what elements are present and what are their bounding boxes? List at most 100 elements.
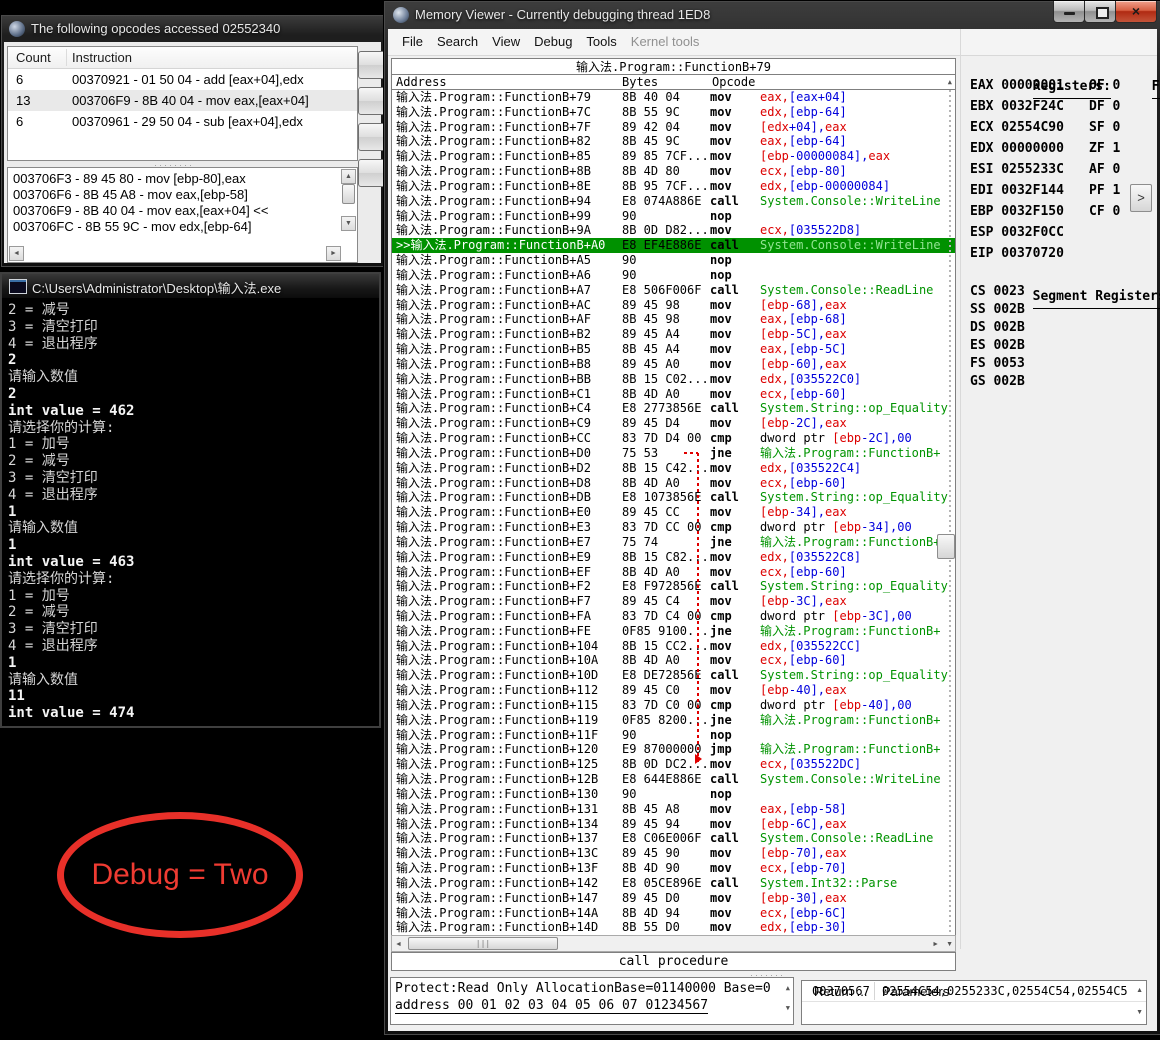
scroll-left-button[interactable]: ◄	[9, 246, 24, 261]
disasm-row[interactable]: 输入法.Program::FunctionB+A5 90 nop	[392, 253, 955, 268]
flag-of[interactable]: OF 0	[1089, 75, 1120, 96]
scrollbar-thumb[interactable]: |||	[408, 937, 558, 950]
opcode-row[interactable]: 6 00370961 - 29 50 04 - sub [eax+04],edx	[8, 111, 357, 132]
register-esp[interactable]: ESP 0032F0CC	[970, 222, 1064, 243]
disasm-row[interactable]: 输入法.Program::FunctionB+C9 89 45 D4 mov [ebp…	[392, 416, 955, 431]
disasm-row[interactable]: 输入法.Program::FunctionB+A6 90 nop	[392, 268, 955, 283]
scrollbar-thumb[interactable]	[937, 534, 955, 559]
disasm-row[interactable]: 输入法.Program::FunctionB+F7 89 45 C4 mov [ebp…	[392, 594, 955, 609]
scroll-down-button[interactable]: ▼	[946, 940, 953, 949]
scroll-down-button[interactable]: ▼	[341, 216, 356, 231]
disasm-row[interactable]: 输入法.Program::FunctionB+10A 8B 4D A0 mov ecx…	[392, 653, 955, 668]
flag-zf[interactable]: ZF 1	[1089, 138, 1120, 159]
scroll-up-button[interactable]: ▲	[948, 78, 952, 87]
disasm-row[interactable]: 输入法.Program::FunctionB+137 E8 C06E006F cal…	[392, 831, 955, 846]
column-count[interactable]: Count	[16, 50, 51, 65]
opcode-row[interactable]: 6 00370921 - 01 50 04 - add [eax+04],edx	[8, 69, 357, 90]
register-edx[interactable]: EDX 00000000	[970, 138, 1064, 159]
disasm-row[interactable]: 输入法.Program::FunctionB+13C 89 45 90 mov [eb…	[392, 846, 955, 861]
disasm-row[interactable]: 输入法.Program::FunctionB+C1 8B 4D A0 mov ecx,…	[392, 387, 955, 402]
scroll-up-button[interactable]: ▲	[786, 984, 790, 993]
console-title-bar[interactable]: C:\Users\Administrator\Desktop\输入法.exe	[2, 274, 379, 298]
disasm-row[interactable]: 输入法.Program::FunctionB+AC 89 45 98 mov [ebp…	[392, 298, 955, 313]
disasm-row[interactable]: 输入法.Program::FunctionB+E0 89 45 CC mov [ebp…	[392, 505, 955, 520]
flag-cf[interactable]: CF 0	[1089, 201, 1120, 222]
disasm-row[interactable]: 输入法.Program::FunctionB+79 8B 40 04 mov eax,…	[392, 90, 955, 105]
disasm-row[interactable]: 输入法.Program::FunctionB+130 90 nop	[392, 787, 955, 802]
opcode-detail-line[interactable]: 003706F3 - 89 45 80 - mov [ebp-80],eax	[13, 171, 357, 187]
disasm-row[interactable]: 输入法.Program::FunctionB+B5 8B 45 A4 mov eax,…	[392, 342, 955, 357]
opcode-detail-line[interactable]: 003706F6 - 8B 45 A8 - mov eax,[ebp-58]	[13, 187, 357, 203]
memory-info-panel[interactable]: Protect:Read Only AllocationBase=0114000…	[390, 977, 794, 1025]
disasm-row[interactable]: 输入法.Program::FunctionB+AF 8B 45 98 mov eax,…	[392, 312, 955, 327]
callstack-row[interactable]: 00370567 02554C54,0255233C,02554C54,02554…	[802, 981, 1146, 1001]
horizontal-scrollbar[interactable]: ◄ ||| ► ▼	[391, 935, 956, 952]
segment-ss[interactable]: SS 002B	[970, 301, 1025, 319]
disasm-row[interactable]: 输入法.Program::FunctionB+E9 8B 15 C82... mov…	[392, 550, 955, 565]
scroll-right-button[interactable]: ►	[326, 246, 341, 261]
column-opcode[interactable]: Opcode	[712, 75, 755, 90]
disasm-row[interactable]: 输入法.Program::FunctionB+C4 E8 2773856E call…	[392, 401, 955, 416]
disasm-row[interactable]: 输入法.Program::FunctionB+A7 E8 506F006F call…	[392, 283, 955, 298]
segment-gs[interactable]: GS 002B	[970, 373, 1025, 391]
disasm-row[interactable]: 输入法.Program::FunctionB+131 8B 45 A8 mov eax…	[392, 802, 955, 817]
disasm-row[interactable]: 输入法.Program::FunctionB+10D E8 DE72856E cal…	[392, 668, 955, 683]
disasm-row[interactable]: 输入法.Program::FunctionB+B2 89 45 A4 mov [ebp…	[392, 327, 955, 342]
menu-item-tools[interactable]: Tools	[586, 29, 616, 55]
scroll-right-button[interactable]: ►	[932, 940, 939, 949]
side-button-2[interactable]	[358, 87, 386, 115]
flag-pf[interactable]: PF 1	[1089, 180, 1120, 201]
register-edi[interactable]: EDI 0032F144	[970, 180, 1064, 201]
segment-cs[interactable]: CS 0023	[970, 283, 1025, 301]
column-address[interactable]: Address	[396, 75, 447, 90]
minimize-button[interactable]	[1053, 1, 1085, 23]
disasm-row[interactable]: 输入法.Program::FunctionB+8B 8B 4D 80 mov ecx,…	[392, 164, 955, 179]
side-button-3[interactable]	[358, 123, 386, 151]
scrollbar-thumb[interactable]	[342, 184, 355, 204]
disasm-row[interactable]: 输入法.Program::FunctionB+FE 0F85 9100... jne…	[392, 624, 955, 639]
disasm-row[interactable]: 输入法.Program::FunctionB+147 89 45 D0 mov [eb…	[392, 891, 955, 906]
disasm-row[interactable]: 输入法.Program::FunctionB+BB 8B 15 C02... mov…	[392, 372, 955, 387]
column-instruction[interactable]: Instruction	[72, 50, 132, 65]
scroll-down-button[interactable]: ▼	[1136, 1008, 1143, 1017]
opcode-detail-line[interactable]: 003706FC - 8B 55 9C - mov edx,[ebp-64]	[13, 219, 357, 235]
disasm-row[interactable]: 输入法.Program::FunctionB+13F 8B 4D 90 mov ecx…	[392, 861, 955, 876]
disasm-row[interactable]: 输入法.Program::FunctionB+E3 83 7D CC 00 cmp d…	[392, 520, 955, 535]
maximize-button[interactable]	[1084, 1, 1116, 23]
side-button-1[interactable]	[358, 51, 386, 79]
disasm-row[interactable]: 输入法.Program::FunctionB+F2 E8 F972856E call…	[392, 579, 955, 594]
close-button[interactable]: ×	[1115, 1, 1157, 23]
disasm-row[interactable]: 输入法.Program::FunctionB+E7 75 74 jne 输入法.Pro…	[392, 535, 955, 550]
disasm-row[interactable]: >>输入法.Program::FunctionB+A0 E8 EF4E886E ca…	[392, 238, 955, 254]
disasm-row[interactable]: 输入法.Program::FunctionB+94 E8 074A886E call…	[392, 194, 955, 209]
flag-af[interactable]: AF 0	[1089, 159, 1120, 180]
flag-df[interactable]: DF 0	[1089, 96, 1120, 117]
opcode-row[interactable]: 13 003706F9 - 8B 40 04 - mov eax,[eax+04]	[8, 90, 357, 111]
scroll-left-button[interactable]: ◄	[395, 940, 402, 949]
register-ecx[interactable]: ECX 02554C90	[970, 117, 1064, 138]
menu-item-debug[interactable]: Debug	[534, 29, 572, 55]
disasm-row[interactable]: 输入法.Program::FunctionB+D2 8B 15 C42... mov…	[392, 461, 955, 476]
disasm-row[interactable]: 输入法.Program::FunctionB+8E 8B 95 7CF... mov…	[392, 179, 955, 194]
disasm-row[interactable]: 输入法.Program::FunctionB+DB E8 1073856E call…	[392, 490, 955, 505]
menu-item-view[interactable]: View	[492, 29, 520, 55]
disasm-row[interactable]: 输入法.Program::FunctionB+12B E8 644E886E cal…	[392, 772, 955, 787]
disasm-row[interactable]: 输入法.Program::FunctionB+99 90 nop	[392, 209, 955, 224]
register-eip[interactable]: EIP 00370720	[970, 243, 1064, 264]
scroll-up-button[interactable]: ▲	[1136, 986, 1143, 995]
segment-es[interactable]: ES 002B	[970, 337, 1025, 355]
callstack-panel[interactable]: Return ... Parameters 00370567 02554C54,0…	[801, 980, 1147, 1025]
scrollbar-track[interactable]	[949, 90, 951, 936]
register-ebp[interactable]: EBP 0032F150	[970, 201, 1064, 222]
scroll-up-button[interactable]: ▲	[341, 169, 356, 184]
register-esi[interactable]: ESI 0255233C	[970, 159, 1064, 180]
disasm-row[interactable]: 输入法.Program::FunctionB+112 89 45 C0 mov [eb…	[392, 683, 955, 698]
disasm-row[interactable]: 输入法.Program::FunctionB+142 E8 05CE896E cal…	[392, 876, 955, 891]
disasm-row[interactable]: 输入法.Program::FunctionB+D0 75 53 jne 输入法.Pro…	[392, 446, 955, 461]
disasm-row[interactable]: 输入法.Program::FunctionB+115 83 7D C0 00 cmp…	[392, 698, 955, 713]
disasm-row[interactable]: 输入法.Program::FunctionB+82 8B 45 9C mov eax,…	[392, 134, 955, 149]
disassembly-view[interactable]: 输入法.Program::FunctionB+79 8B 40 04 mov eax,…	[391, 89, 956, 937]
menu-item-search[interactable]: Search	[437, 29, 478, 55]
menu-item-file[interactable]: File	[402, 29, 423, 55]
flag-sf[interactable]: SF 0	[1089, 117, 1120, 138]
